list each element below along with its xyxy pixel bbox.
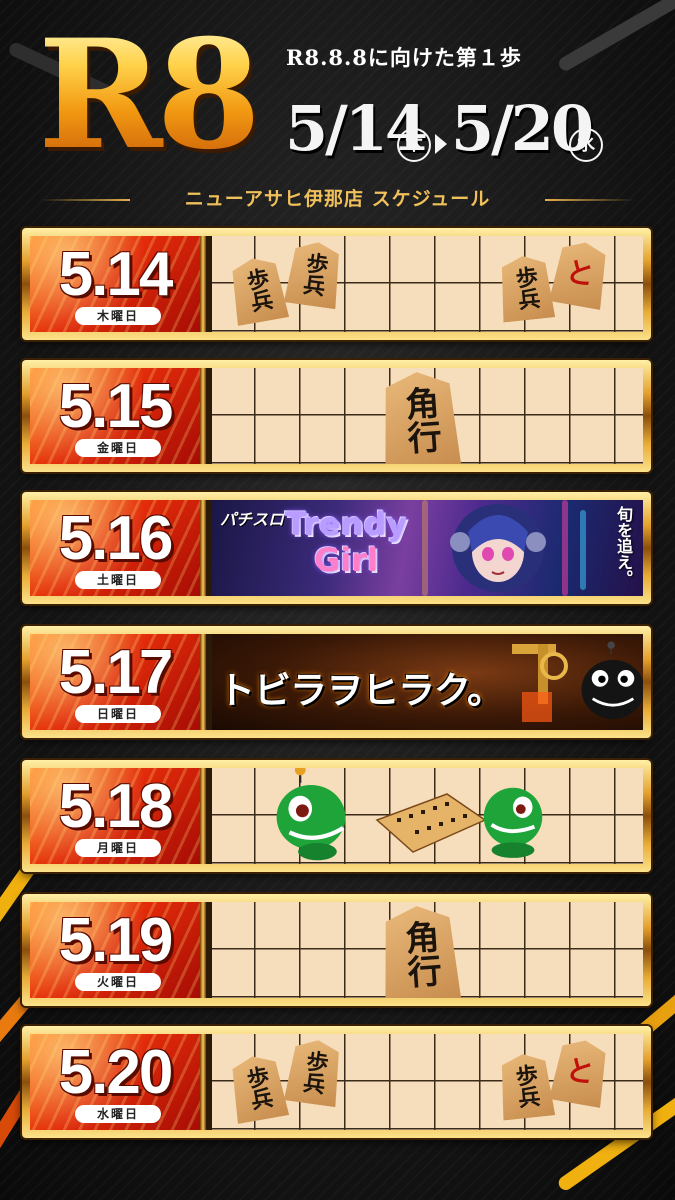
row-date: 5.16 (58, 504, 174, 573)
shogi-board: 角行 (212, 902, 643, 998)
black-monster-mascot (581, 641, 643, 720)
date-badge: 5.17 日曜日 (30, 634, 206, 730)
date-badge: 5.18 月曜日 (30, 768, 206, 864)
row-content: 5.20 水曜日 歩兵 歩兵 歩兵 と (30, 1034, 643, 1130)
row-content: 5.17 日曜日 トビラヲヒラク。 (30, 634, 643, 730)
shogi-board: 歩兵 歩兵 歩兵 と (212, 236, 643, 332)
shogi-piece: 歩兵 (227, 1052, 289, 1124)
piece-label: 歩兵 (510, 1062, 542, 1110)
end-dow-badge: 水 (569, 128, 603, 162)
shogi-piece: 歩兵 (284, 239, 344, 310)
schedule-row: 5.16 土曜日 パチスロ Trendy Girl 旬を追え。 (22, 492, 651, 604)
schedule-row: 5.20 水曜日 歩兵 歩兵 歩兵 と (22, 1026, 651, 1138)
row-weekday: 月曜日 (75, 839, 161, 857)
neon-light (580, 510, 586, 590)
green-dino-mascot (483, 787, 543, 858)
shogi-piece: 歩兵 (227, 254, 289, 326)
piece-label: と (563, 1052, 597, 1091)
shogi-piece-promoted: と (549, 1036, 611, 1108)
row-date: 5.19 (58, 906, 174, 975)
schedule-row: 5.18 月曜日 (22, 760, 651, 872)
row-content: 5.14 木曜日 歩兵 歩兵 歩兵 と (30, 236, 643, 332)
date-badge: 5.20 水曜日 (30, 1034, 206, 1130)
shogi-board (212, 768, 643, 864)
schedule-row: 5.19 火曜日 角行 (22, 894, 651, 1006)
tagline: R8.8.8に向けた第１歩 (286, 45, 522, 70)
shogi-board: 角行 (212, 368, 643, 464)
piece-label: と (563, 254, 597, 293)
key-icon (512, 644, 568, 722)
row-weekday: 日曜日 (75, 705, 161, 723)
date-range: 5/14 木 5/20 水 (285, 84, 655, 174)
shogi-piece-promoted: と (549, 238, 611, 310)
bg-streak (556, 0, 675, 74)
row-content: 5.16 土曜日 パチスロ Trendy Girl 旬を追え。 (30, 500, 643, 596)
tobira-title: トビラヲヒラク。 (218, 669, 504, 712)
row-date: 5.17 (58, 638, 174, 707)
shogi-piece: 歩兵 (497, 1051, 555, 1120)
piece-label: 歩兵 (510, 264, 542, 312)
title-line: Trendy (284, 505, 408, 543)
trendy-girl-title: Trendy Girl (276, 506, 416, 578)
mini-shogi-board (375, 793, 487, 853)
piece-label: 歩兵 (241, 1064, 275, 1112)
anime-girl-illustration (450, 504, 546, 592)
tobira-banner: トビラヲヒラク。 (212, 634, 643, 730)
catchphrase: 旬を追え。 (614, 506, 633, 586)
trendy-girl-banner: パチスロ Trendy Girl 旬を追え。 (212, 500, 643, 596)
row-content: 5.15 金曜日 角行 (30, 368, 643, 464)
pachislot-logo: パチスロ (220, 510, 285, 529)
neon-light (562, 500, 568, 596)
r8-logo: R8 (38, 7, 261, 183)
start-dow-badge: 木 (397, 128, 431, 162)
shogi-piece: 歩兵 (497, 253, 555, 322)
shogi-piece: 角行 (379, 369, 462, 464)
neon-light (422, 500, 428, 596)
shogi-piece: 歩兵 (284, 1037, 344, 1108)
row-weekday: 水曜日 (75, 1105, 161, 1123)
piece-label: 歩兵 (298, 1048, 330, 1096)
piece-label: 角行 (397, 918, 443, 990)
piece-label: 歩兵 (298, 250, 330, 298)
end-date: 5/20 (451, 92, 594, 165)
shogi-board: 歩兵 歩兵 歩兵 と (212, 1034, 643, 1130)
schedule-row: 5.17 日曜日 トビラヲヒラク。 (22, 626, 651, 738)
green-dino-mascot (276, 768, 346, 861)
row-content: 5.19 火曜日 角行 (30, 902, 643, 998)
store-heading: ニューアサヒ伊那店 スケジュール (0, 180, 675, 220)
arrow-right-icon (435, 134, 447, 154)
row-weekday: 火曜日 (75, 973, 161, 991)
row-weekday: 木曜日 (75, 307, 161, 325)
row-date: 5.20 (58, 1038, 174, 1107)
row-date: 5.15 (58, 372, 174, 441)
row-date: 5.14 (58, 240, 174, 309)
piece-label: 角行 (397, 384, 443, 456)
row-content: 5.18 月曜日 (30, 768, 643, 864)
date-badge: 5.14 木曜日 (30, 236, 206, 332)
row-weekday: 金曜日 (75, 439, 161, 457)
divider (545, 199, 635, 201)
store-name: ニューアサヒ伊那店 スケジュール (184, 188, 491, 210)
date-badge: 5.19 火曜日 (30, 902, 206, 998)
divider (40, 199, 130, 201)
schedule-row: 5.14 木曜日 歩兵 歩兵 歩兵 と (22, 228, 651, 340)
date-badge: 5.16 土曜日 (30, 500, 206, 596)
piece-label: 歩兵 (241, 266, 275, 314)
schedule-row: 5.15 金曜日 角行 (22, 360, 651, 472)
row-weekday: 土曜日 (75, 571, 161, 589)
row-date: 5.18 (58, 772, 174, 841)
shogi-piece: 角行 (379, 903, 462, 998)
title-line: Girl (314, 541, 378, 579)
date-badge: 5.15 金曜日 (30, 368, 206, 464)
